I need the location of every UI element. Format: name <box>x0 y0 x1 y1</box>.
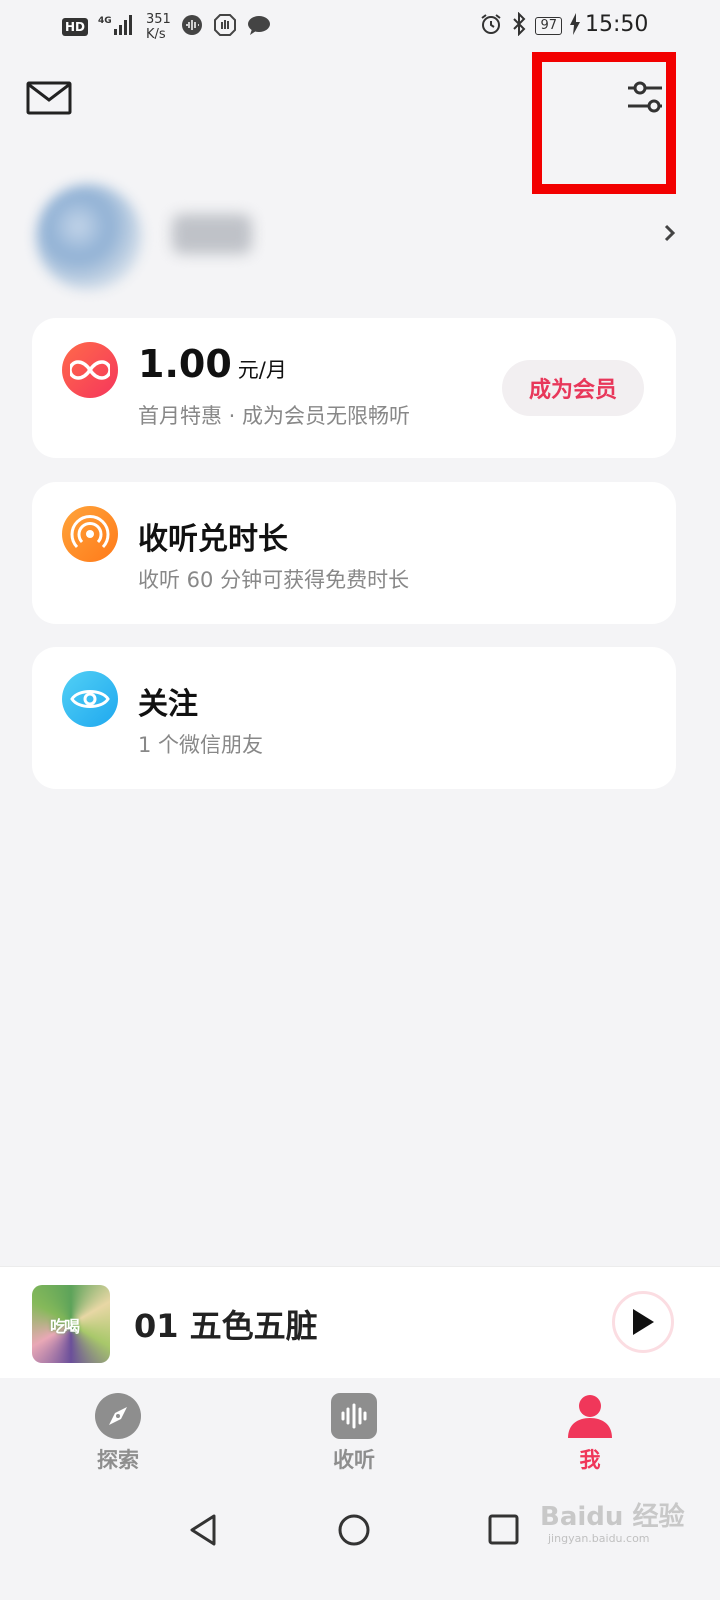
vip-card[interactable]: 1.00 元/月 首月特惠 · 成为会员无限畅听 成为会员 <box>32 318 676 458</box>
speed-value: 351 <box>146 12 171 27</box>
price-row: 1.00 元/月 <box>138 342 287 386</box>
profile-row[interactable] <box>0 170 720 300</box>
mini-player[interactable]: 吃喝 01 五色五脏 <box>0 1266 720 1378</box>
clock: 15:50 <box>585 12 649 37</box>
broadcast-icon <box>62 506 118 562</box>
alarm-icon <box>479 12 503 40</box>
nav-home-button[interactable] <box>332 1508 376 1552</box>
compass-icon <box>94 1392 142 1440</box>
hand-notification-icon <box>213 13 237 41</box>
tab-explore[interactable]: 探索 <box>68 1392 168 1482</box>
bottom-tab-bar: 探索 收听 我 <box>0 1378 720 1488</box>
waveform-icon <box>330 1392 378 1440</box>
tab-me-label: 我 <box>579 1448 601 1472</box>
chevron-right-icon <box>664 224 676 242</box>
network-type: 4G <box>98 16 112 26</box>
chat-notification-icon <box>247 14 271 40</box>
avatar[interactable] <box>36 184 142 290</box>
tab-explore-label: 探索 <box>97 1448 139 1472</box>
back-triangle-icon <box>190 1514 216 1546</box>
recent-square-icon <box>488 1514 519 1545</box>
audio-notification-icon <box>181 14 203 40</box>
vip-price-unit: 元/月 <box>237 358 287 382</box>
mail-icon <box>26 81 72 115</box>
album-art[interactable]: 吃喝 <box>32 1285 110 1363</box>
system-nav-bar: Baidu 经验 jingyan.baidu.com <box>0 1488 720 1600</box>
status-bar: HD 4G 351 K/s 97 15:50 <box>0 0 720 52</box>
album-art-text: 吃喝 <box>50 1317 80 1336</box>
vip-price: 1.00 <box>138 342 232 386</box>
play-button[interactable] <box>612 1291 674 1353</box>
infinity-icon <box>62 342 118 398</box>
charging-icon <box>570 13 580 39</box>
listen-reward-title: 收听兑时长 <box>138 522 288 557</box>
follow-subtitle: 1 个微信朋友 <box>138 733 264 757</box>
bluetooth-icon <box>511 11 527 40</box>
signal-icon: 4G <box>98 13 136 41</box>
person-icon <box>566 1392 614 1440</box>
tab-listen[interactable]: 收听 <box>304 1392 404 1482</box>
tab-me[interactable]: 我 <box>540 1392 640 1482</box>
network-speed: 351 K/s <box>146 12 171 42</box>
username-blurred <box>172 214 252 254</box>
speed-unit: K/s <box>146 27 166 42</box>
vip-subtitle: 首月特惠 · 成为会员无限畅听 <box>138 404 411 428</box>
follow-card[interactable]: 关注 1 个微信朋友 <box>32 647 676 789</box>
become-member-button[interactable]: 成为会员 <box>502 360 644 416</box>
status-right: 97 <box>479 11 580 40</box>
listen-reward-subtitle: 收听 60 分钟可获得免费时长 <box>138 568 410 592</box>
status-left: HD 4G 351 K/s <box>62 12 271 42</box>
watermark-url: jingyan.baidu.com <box>548 1532 650 1545</box>
home-circle-icon <box>338 1514 370 1546</box>
eye-icon <box>62 671 118 727</box>
tab-listen-label: 收听 <box>333 1448 375 1472</box>
follow-title: 关注 <box>138 687 198 722</box>
hd-badge: HD <box>62 18 89 36</box>
mail-button[interactable] <box>26 80 72 116</box>
nav-back-button[interactable] <box>184 1508 228 1552</box>
nav-recent-button[interactable] <box>482 1508 526 1552</box>
play-icon <box>633 1309 654 1335</box>
watermark-brand: Baidu 经验 <box>540 1502 685 1532</box>
listen-reward-card[interactable]: 收听兑时长 收听 60 分钟可获得免费时长 <box>32 482 676 624</box>
track-title: 01 五色五脏 <box>134 1307 318 1345</box>
battery-indicator: 97 <box>535 17 562 35</box>
